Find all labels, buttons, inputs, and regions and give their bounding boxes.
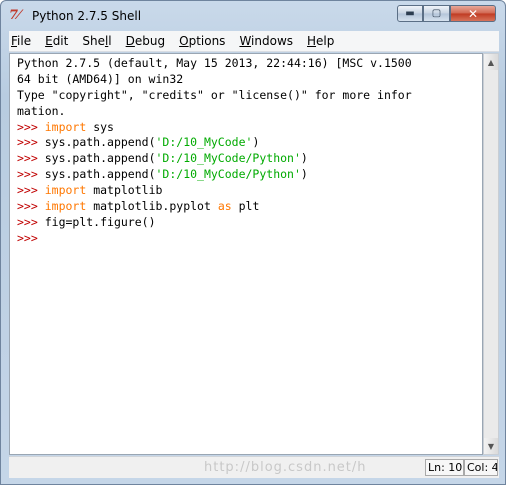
menu-options[interactable]: Options — [179, 34, 225, 48]
shell-prompt: >>> — [17, 151, 38, 166]
menu-debug[interactable]: Debug — [126, 34, 165, 48]
python-idle-icon: 7⁄ — [9, 8, 21, 23]
shell-output[interactable]: Python 2.7.5 (default, May 15 2013, 22:4… — [17, 56, 412, 247]
maximize-button[interactable]: ▢ — [423, 5, 450, 22]
shell-prompt: >>> — [17, 230, 38, 245]
menu-bar: File Edit Shell Debug Options Windows Help — [9, 31, 499, 52]
shell-text-area[interactable]: Python 2.7.5 (default, May 15 2013, 22:4… — [9, 53, 483, 455]
code-token: ) — [300, 151, 308, 166]
shell-prompt: >>> — [17, 214, 38, 229]
menu-shell[interactable]: Shell — [82, 34, 111, 48]
banner-line: 64 bit (AMD64)] on win32 — [17, 71, 184, 86]
string-token: 'D:/10_MyCode/Python' — [155, 167, 301, 182]
shell-input-line[interactable]: >>> import matplotlib — [17, 183, 412, 199]
banner-line: Python 2.7.5 (default, May 15 2013, 22:4… — [17, 56, 412, 70]
code-token: sys — [86, 119, 114, 134]
minimize-button[interactable]: ▬ — [397, 5, 423, 22]
menu-edit[interactable]: Edit — [45, 34, 68, 48]
shell-input-line[interactable]: >>> import sys — [17, 120, 412, 136]
keyword-token: import — [44, 119, 87, 134]
shell-input-line[interactable]: >>> — [17, 231, 412, 247]
status-line-number: Ln: 10 — [425, 459, 464, 476]
code-token: sys.path.append( — [44, 135, 156, 150]
shell-input-line[interactable]: >>> import matplotlib.pyplot as plt — [17, 199, 412, 215]
shell-prompt: >>> — [17, 167, 38, 182]
close-button[interactable]: ✕ — [450, 5, 496, 22]
banner-line: mation. — [17, 103, 66, 118]
scroll-up-button[interactable]: ▲ — [484, 54, 498, 70]
code-token: fig=plt.figure() — [44, 214, 156, 229]
code-token: ) — [252, 135, 260, 150]
keyword-token: import — [44, 183, 87, 198]
keyword-token: as — [217, 199, 232, 214]
scroll-down-button[interactable]: ▼ — [484, 438, 498, 454]
status-column-number: Col: 4 — [464, 459, 498, 476]
menu-help[interactable]: Help — [307, 34, 334, 48]
code-token: plt — [231, 199, 260, 214]
idle-shell-window: 7⁄ Python 2.7.5 Shell ▬ ▢ ✕ File Edit Shel… — [0, 0, 506, 485]
menu-windows[interactable]: Windows — [239, 34, 293, 48]
code-token: matplotlib.pyplot — [86, 199, 218, 214]
keyword-token: import — [44, 199, 87, 214]
shell-prompt: >>> — [17, 199, 38, 214]
title-bar[interactable]: 7⁄ Python 2.7.5 Shell ▬ ▢ ✕ — [1, 1, 505, 31]
code-token: sys.path.append( — [44, 167, 156, 182]
shell-input-line[interactable]: >>> sys.path.append('D:/10_MyCode') — [17, 135, 412, 151]
shell-prompt: >>> — [17, 183, 38, 198]
shell-input-line[interactable]: >>> fig=plt.figure() — [17, 215, 412, 231]
shell-input-line[interactable]: >>> sys.path.append('D:/10_MyCode/Python… — [17, 151, 412, 167]
string-token: 'D:/10_MyCode/Python' — [155, 151, 301, 166]
code-token: ) — [300, 167, 308, 182]
vertical-scrollbar[interactable]: ▲ ▼ — [483, 53, 499, 455]
code-token: sys.path.append( — [44, 151, 156, 166]
menu-file[interactable]: File — [11, 34, 31, 48]
status-bar: http://blog.csdn.net/h Ln: 10 Col: 4 — [9, 456, 499, 478]
window-title: Python 2.7.5 Shell — [32, 9, 142, 23]
shell-prompt: >>> — [17, 119, 38, 134]
watermark-text: http://blog.csdn.net/h — [204, 460, 367, 475]
string-token: 'D:/10_MyCode' — [155, 135, 253, 150]
shell-prompt: >>> — [17, 135, 38, 150]
code-token: matplotlib — [86, 183, 163, 198]
shell-input-line[interactable]: >>> sys.path.append('D:/10_MyCode/Python… — [17, 167, 412, 183]
banner-line: Type "copyright", "credits" or "license(… — [17, 87, 412, 102]
